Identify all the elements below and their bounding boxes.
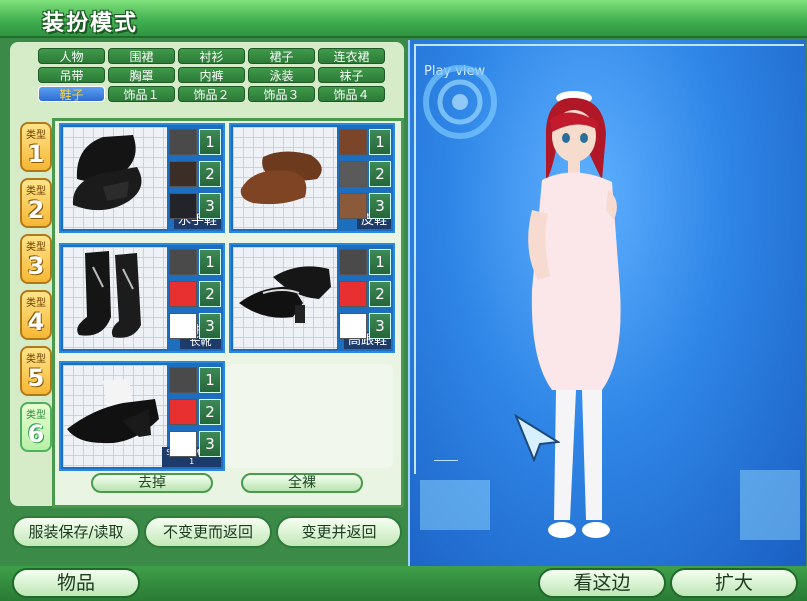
type-5-button[interactable]: 类型 5 — [20, 346, 52, 396]
tab-swimsuit[interactable]: 泳装 — [248, 67, 315, 83]
item-leather-shoes[interactable]: 皮鞋 1 2 3 — [229, 123, 395, 233]
color-swatch — [169, 129, 197, 155]
tab-suspenders[interactable]: 吊带 — [38, 67, 105, 83]
type-1-button[interactable]: 类型 1 — [20, 122, 52, 172]
sailor-shoes-image — [63, 127, 167, 229]
color-swatch — [339, 129, 367, 155]
item-grid: 水手鞋 1 2 3 皮鞋 1 2 3 长靴 1 2 3 高跟鞋 1 2 3 1 … — [52, 118, 404, 508]
color-swatch — [169, 313, 197, 339]
color-option-1[interactable]: 1 — [199, 129, 221, 155]
title-bar: 装扮模式 — [0, 0, 807, 38]
page-title: 装扮模式 — [42, 11, 139, 36]
type-label: 类型 — [26, 186, 46, 197]
item-shoes-model-1[interactable]: Shoes Model 1 1 2 3 — [59, 361, 225, 471]
empty-slot — [227, 364, 393, 468]
decor-block — [420, 480, 490, 530]
bottom-bar: 物品 看这边 扩大 — [0, 566, 807, 601]
color-option-3[interactable]: 3 — [369, 193, 391, 219]
color-option-3[interactable]: 3 — [199, 431, 221, 457]
shoes-model-1-image — [63, 365, 167, 467]
color-swatch — [339, 193, 367, 219]
remove-button[interactable]: 去掉 — [91, 473, 213, 493]
tab-shoes[interactable]: 鞋子 — [38, 86, 105, 102]
type-3-button[interactable]: 类型 3 — [20, 234, 52, 284]
tab-socks[interactable]: 袜子 — [318, 67, 385, 83]
type-number: 5 — [27, 364, 45, 392]
tab-accessory-1[interactable]: 饰品１ — [108, 86, 175, 102]
color-option-2[interactable]: 2 — [369, 281, 391, 307]
type-number: 1 — [27, 140, 45, 168]
type-number: 2 — [27, 196, 45, 224]
color-option-3[interactable]: 3 — [369, 313, 391, 339]
type-label: 类型 — [26, 410, 46, 421]
color-option-2[interactable]: 2 — [199, 399, 221, 425]
clothing-panel: 人物 围裙 衬衫 裙子 连衣裙 吊带 胸罩 内裤 泳装 袜子 鞋子 饰品１ 饰品… — [8, 40, 406, 508]
color-swatch — [169, 193, 197, 219]
tab-accessory-2[interactable]: 饰品２ — [178, 86, 245, 102]
tab-dress[interactable]: 连衣裙 — [318, 48, 385, 64]
tab-apron[interactable]: 围裙 — [108, 48, 175, 64]
color-option-2[interactable]: 2 — [199, 281, 221, 307]
color-swatch — [169, 399, 197, 425]
color-swatch — [339, 281, 367, 307]
color-swatch — [339, 161, 367, 187]
type-label: 类型 — [26, 130, 46, 141]
color-option-1[interactable]: 1 — [369, 129, 391, 155]
type-number: 4 — [27, 308, 45, 336]
item-high-heels[interactable]: 高跟鞋 1 2 3 — [229, 243, 395, 353]
type-number: 3 — [27, 252, 45, 280]
color-swatch — [169, 249, 197, 275]
color-swatch — [169, 367, 197, 393]
color-option-1[interactable]: 1 — [369, 249, 391, 275]
high-heels-image — [233, 247, 337, 349]
color-swatch — [169, 431, 197, 457]
apply-and-return-button[interactable]: 变更并返回 — [276, 516, 402, 548]
play-view-panel[interactable]: Play view — [408, 40, 806, 566]
type-6-button[interactable]: 类型 6 — [20, 402, 52, 452]
look-here-button[interactable]: 看这边 — [538, 568, 666, 598]
color-option-3[interactable]: 3 — [199, 313, 221, 339]
color-swatch — [169, 161, 197, 187]
color-option-2[interactable]: 2 — [369, 161, 391, 187]
tab-accessory-4[interactable]: 饰品４ — [318, 86, 385, 102]
return-without-change-button[interactable]: 不变更而返回 — [144, 516, 272, 548]
color-option-1[interactable]: 1 — [199, 367, 221, 393]
gothic-boots-image — [63, 247, 167, 349]
items-button[interactable]: 物品 — [12, 568, 140, 598]
tab-shirt[interactable]: 衬衫 — [178, 48, 245, 64]
color-option-3[interactable]: 3 — [199, 193, 221, 219]
type-2-button[interactable]: 类型 2 — [20, 178, 52, 228]
swirl-logo-icon — [423, 65, 497, 139]
color-swatch — [339, 249, 367, 275]
tab-person[interactable]: 人物 — [38, 48, 105, 64]
view-frame-line — [434, 460, 458, 461]
item-gothic-boots[interactable]: 哥特式 长靴 1 2 3 — [59, 243, 225, 353]
tab-panties[interactable]: 内裤 — [178, 67, 245, 83]
color-option-2[interactable]: 2 — [199, 161, 221, 187]
tab-bra[interactable]: 胸罩 — [108, 67, 175, 83]
zoom-button[interactable]: 扩大 — [670, 568, 798, 598]
decor-block — [740, 470, 800, 540]
tab-accessory-3[interactable]: 饰品３ — [248, 86, 315, 102]
character-model — [528, 91, 621, 538]
nude-button[interactable]: 全裸 — [241, 473, 363, 493]
type-4-button[interactable]: 类型 4 — [20, 290, 52, 340]
type-label: 类型 — [26, 354, 46, 365]
type-label: 类型 — [26, 298, 46, 309]
item-sailor-shoes[interactable]: 水手鞋 1 2 3 — [59, 123, 225, 233]
leather-shoes-image — [233, 127, 337, 229]
outfit-save-load-button[interactable]: 服装保存/读取 — [12, 516, 140, 548]
color-swatch — [339, 313, 367, 339]
tab-skirt[interactable]: 裙子 — [248, 48, 315, 64]
color-swatch — [169, 281, 197, 307]
type-number: 6 — [27, 420, 45, 448]
type-label: 类型 — [26, 242, 46, 253]
color-option-1[interactable]: 1 — [199, 249, 221, 275]
dress-up-screen: 装扮模式 人物 围裙 衬衫 裙子 连衣裙 吊带 胸罩 内裤 泳装 袜子 鞋子 饰… — [0, 0, 807, 601]
cursor-arrow-icon — [514, 414, 560, 462]
